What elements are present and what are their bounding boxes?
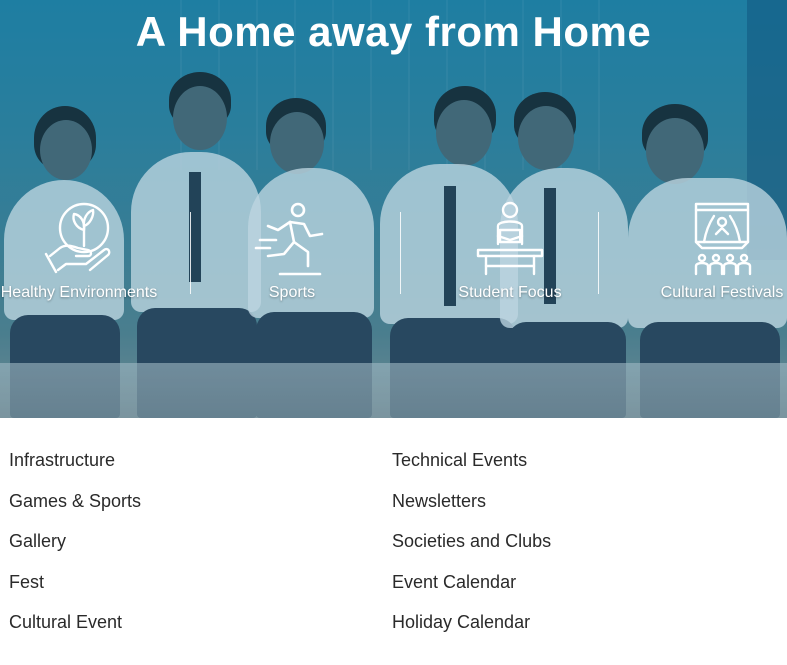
hero-title: A Home away from Home (135, 8, 652, 55)
link-holiday-calendar[interactable]: Holiday Calendar (392, 602, 551, 643)
feature-sports: Sports (252, 200, 332, 302)
link-technical-events[interactable]: Technical Events (392, 440, 551, 481)
feature-cultural-festivals: Cultural Festivals (658, 200, 786, 302)
feature-divider (598, 212, 599, 294)
link-infrastructure[interactable]: Infrastructure (9, 440, 141, 481)
feature-label: Cultural Festivals (660, 284, 784, 301)
link-gallery[interactable]: Gallery (9, 521, 141, 562)
stage-audience-icon (694, 202, 752, 276)
feature-divider (190, 212, 191, 294)
student-reading-icon (476, 201, 544, 276)
feature-student-focus: Student Focus (452, 200, 568, 302)
link-games-sports[interactable]: Games & Sports (9, 481, 141, 522)
link-fest[interactable]: Fest (9, 562, 141, 603)
hero-banner: A Home away from Home Healthy Environmen… (0, 0, 787, 418)
feature-divider (400, 212, 401, 294)
quick-links-left-column: Infrastructure Games & Sports Gallery Fe… (9, 440, 141, 643)
link-newsletters[interactable]: Newsletters (392, 481, 551, 522)
feature-label: Student Focus (458, 284, 562, 301)
feature-label: Sports (268, 284, 316, 301)
feature-healthy-environments: Healthy Environments (0, 200, 158, 302)
quick-links-right-column: Technical Events Newsletters Societies a… (392, 440, 551, 643)
link-societies-clubs[interactable]: Societies and Clubs (392, 521, 551, 562)
link-cultural-event[interactable]: Cultural Event (9, 602, 141, 643)
running-person-icon (254, 202, 324, 276)
feature-label: Healthy Environments (0, 284, 158, 301)
plant-in-hand-icon (44, 202, 111, 274)
link-event-calendar[interactable]: Event Calendar (392, 562, 551, 603)
